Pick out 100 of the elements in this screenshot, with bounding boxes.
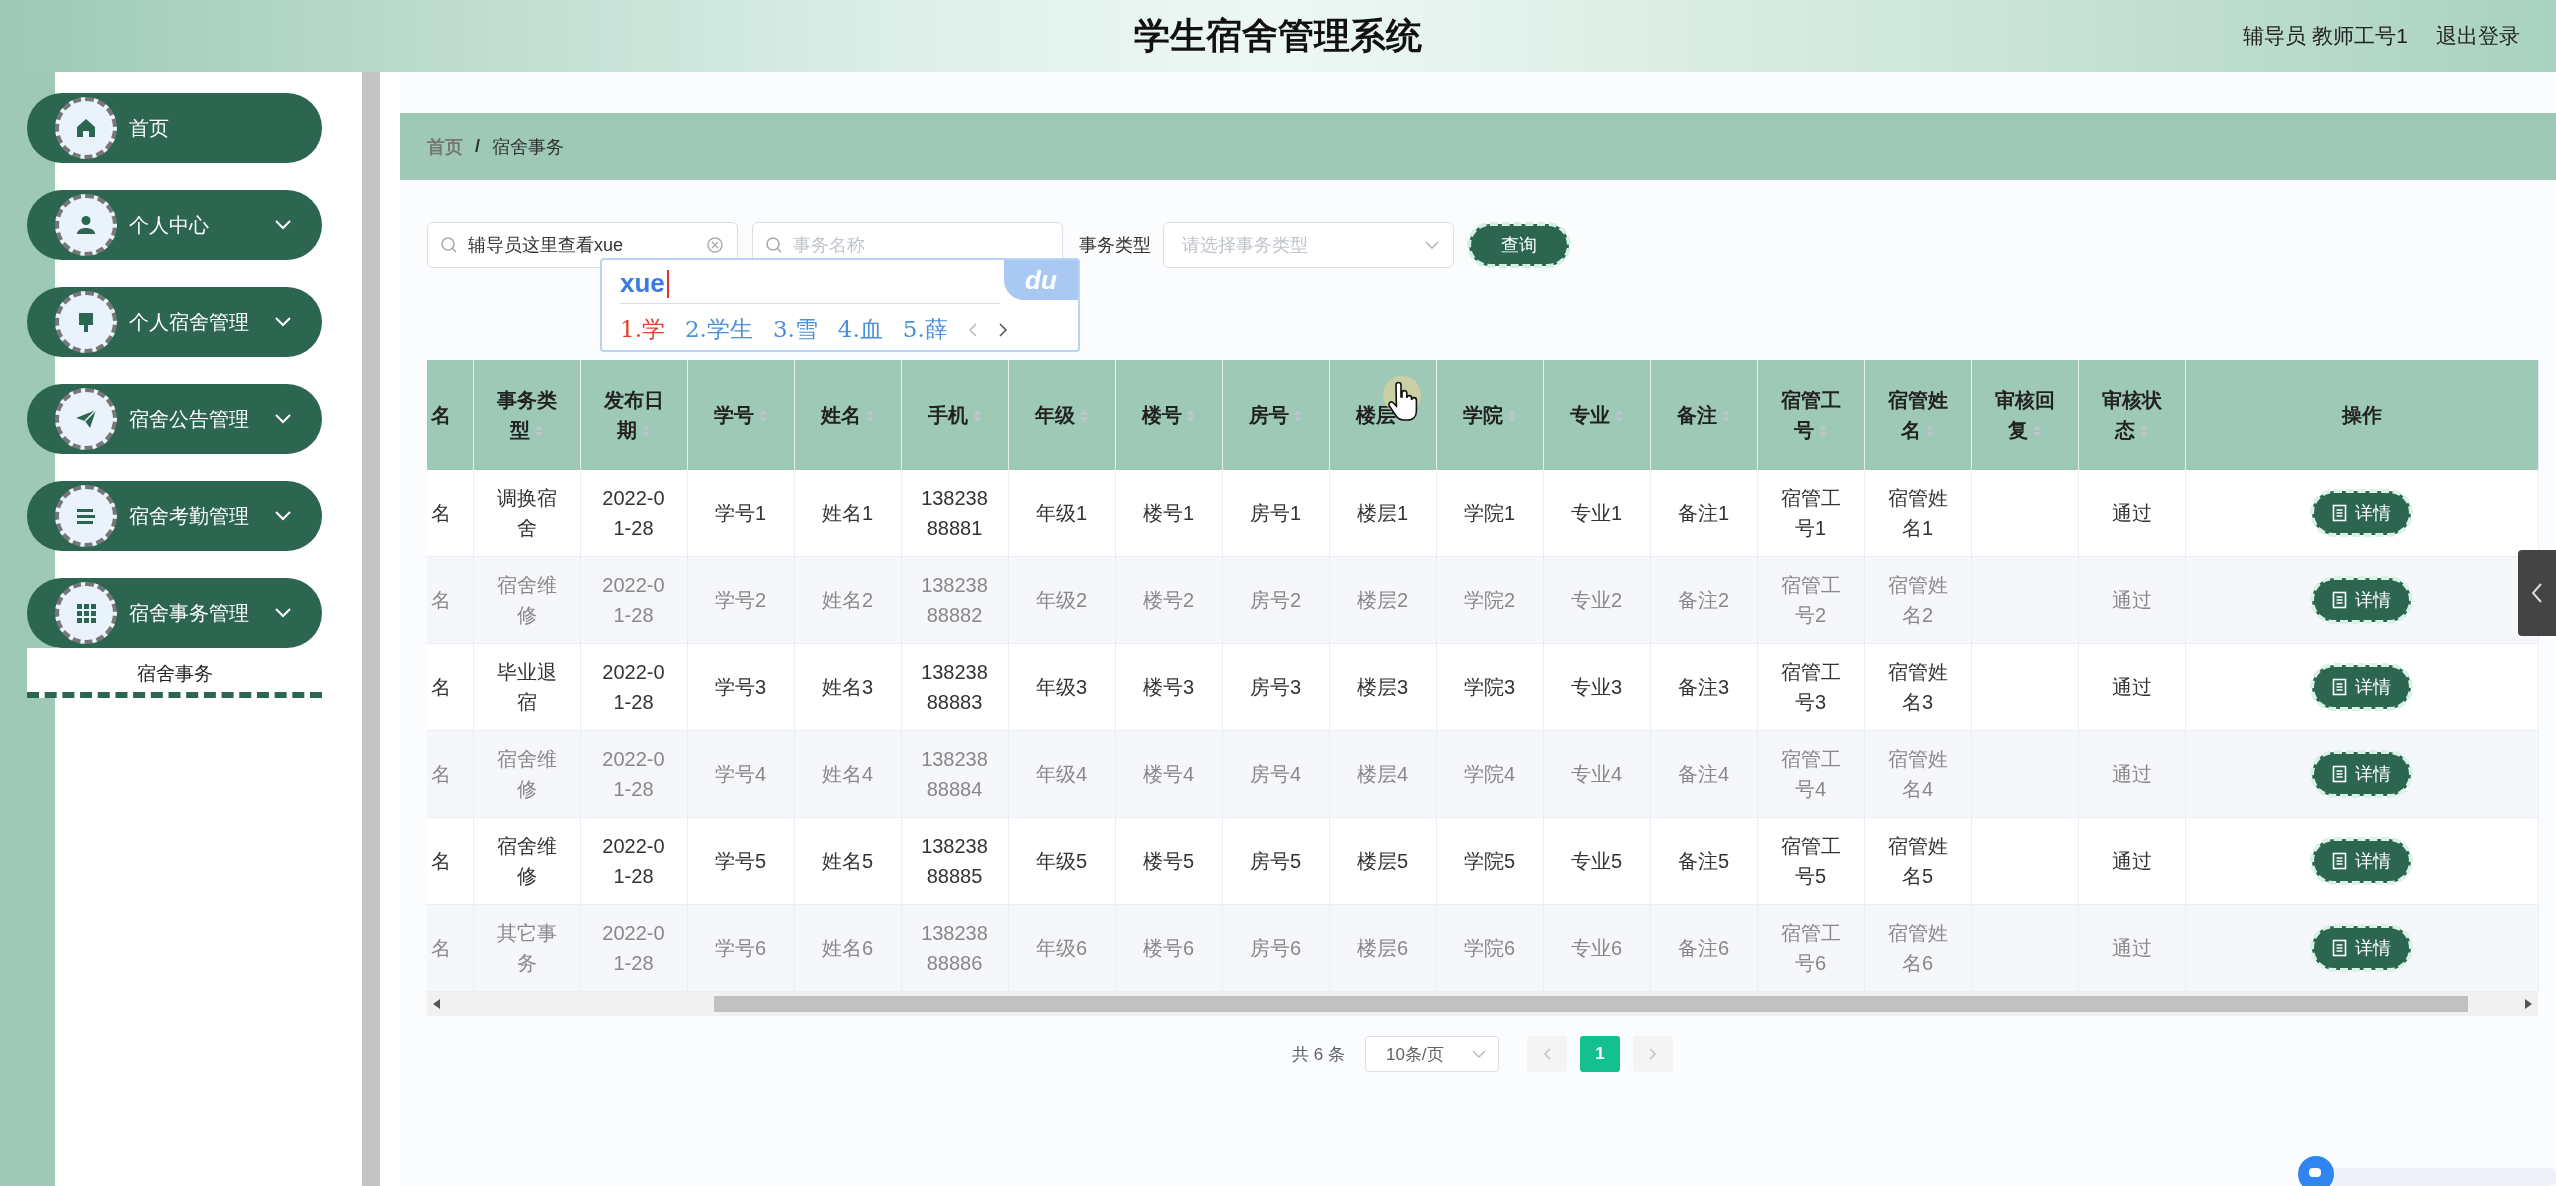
table-cell: 学院4 (1463, 763, 1516, 785)
sort-icon[interactable] (1924, 423, 1935, 439)
menu-item[interactable]: 宿舍公告管理 (27, 384, 322, 454)
table-cell: 楼层3 (1356, 676, 1409, 698)
chevron-down-icon (274, 316, 292, 328)
table-cell: 2022-01-28 (602, 835, 665, 887)
sort-icon[interactable] (1720, 408, 1731, 424)
column-header[interactable]: 楼号 (1115, 360, 1222, 470)
details-button[interactable]: 详情 (2312, 839, 2411, 883)
search-button[interactable]: 查询 (1469, 224, 1569, 266)
sort-icon[interactable] (1292, 408, 1303, 424)
table-cell: 宿管工号6 (1780, 922, 1841, 974)
ime-candidate[interactable]: 1.学 (620, 314, 665, 345)
chevron-right-icon[interactable] (997, 321, 1008, 338)
menu-item[interactable]: 首页 (27, 93, 322, 163)
menu-item[interactable]: 个人宿舍管理 (27, 287, 322, 357)
column-header[interactable]: 宿管姓名 (1864, 360, 1971, 470)
table-cell: 调换宿舍 (496, 487, 557, 539)
column-header[interactable]: 宿管工号 (1757, 360, 1864, 470)
table-cell: 姓名5 (821, 850, 874, 872)
sort-icon[interactable] (2031, 423, 2042, 439)
table-cell: 宿管姓名4 (1887, 748, 1948, 800)
sort-icon[interactable] (757, 408, 768, 424)
column-header[interactable]: 备注 (1650, 360, 1757, 470)
user-icon (74, 213, 98, 237)
table-cell: 房号5 (1249, 850, 1302, 872)
column-header[interactable]: 学院 (1436, 360, 1543, 470)
table-cell: 专业1 (1570, 502, 1623, 524)
breadcrumb-item: 宿舍事务 (492, 135, 564, 159)
sort-icon[interactable] (1817, 423, 1828, 439)
table-cell: 宿管工号1 (1780, 487, 1841, 539)
ime-candidate[interactable]: 3.雪 (772, 314, 818, 345)
table-cell: 2022-01-28 (602, 922, 665, 974)
sort-icon[interactable] (1613, 408, 1624, 424)
previous-page-button[interactable] (1526, 1036, 1567, 1072)
menu-item[interactable]: 宿舍事务管理 (27, 578, 322, 648)
table-cell: 学号2 (714, 589, 767, 611)
table-cell: 通过 (2111, 502, 2152, 524)
sort-icon[interactable] (640, 423, 651, 439)
submenu-item[interactable]: 宿舍事务 (27, 648, 322, 698)
page-size-select[interactable]: 10条/页 (1364, 1036, 1499, 1072)
logout-link[interactable]: 退出登录 (2436, 22, 2520, 50)
column-header[interactable]: 审核回复 (1971, 360, 2078, 470)
type-select[interactable]: 请选择事务类型 (1163, 222, 1454, 268)
column-header[interactable]: 发布日期 (580, 360, 687, 470)
table-cell: 其它事务 (496, 922, 557, 974)
column-header[interactable]: 房号 (1222, 360, 1329, 470)
horizontal-scrollbar[interactable] (427, 992, 2538, 1016)
chevron-left-icon[interactable] (2531, 582, 2543, 604)
sort-icon[interactable] (1185, 408, 1196, 424)
scroll-right-icon[interactable] (2524, 999, 2532, 1009)
chevron-down-icon (274, 510, 292, 522)
sort-icon[interactable] (2138, 423, 2149, 439)
menu-item[interactable]: 个人中心 (27, 190, 322, 260)
table-cell: 13823888881 (921, 487, 988, 539)
document-icon (2332, 765, 2347, 783)
sort-icon[interactable] (1078, 408, 1089, 424)
table-cell: 房号3 (1249, 676, 1302, 698)
column-header[interactable]: 审核状态 (2078, 360, 2185, 470)
table-cell: 2022-01-28 (602, 574, 665, 626)
column-header: 名 (427, 360, 473, 470)
document-icon (2332, 852, 2347, 870)
column-header[interactable]: 手机 (901, 360, 1008, 470)
clear-icon[interactable] (706, 236, 724, 254)
table-cell: 学号6 (714, 937, 767, 959)
table-cell: 学院5 (1463, 850, 1516, 872)
table-cell: 13823888883 (921, 661, 988, 713)
sort-icon[interactable] (533, 423, 544, 439)
details-button[interactable]: 详情 (2312, 491, 2411, 535)
table-cell: 年级3 (1035, 676, 1088, 698)
details-button[interactable]: 详情 (2312, 752, 2411, 796)
table-cell: 姓名2 (821, 589, 874, 611)
sort-icon[interactable] (1506, 408, 1517, 424)
table-cell: 学号5 (714, 850, 767, 872)
document-icon (2332, 504, 2347, 522)
column-header[interactable]: 专业 (1543, 360, 1650, 470)
table-cell: 2022-01-28 (602, 661, 665, 713)
search-icon (765, 236, 783, 254)
table-cell: 姓名3 (821, 676, 874, 698)
column-header[interactable]: 事务类型 (473, 360, 580, 470)
table-cell: 宿管姓名3 (1887, 661, 1948, 713)
details-button[interactable]: 详情 (2312, 578, 2411, 622)
column-header[interactable]: 年级 (1008, 360, 1115, 470)
details-button[interactable]: 详情 (2312, 926, 2411, 970)
table-cell: 楼层6 (1356, 937, 1409, 959)
table-cell: 楼层1 (1356, 502, 1409, 524)
table-cell: 宿管姓名5 (1887, 835, 1948, 887)
scroll-left-icon[interactable] (433, 999, 441, 1009)
sort-icon[interactable] (971, 408, 982, 424)
column-header[interactable]: 学号 (687, 360, 794, 470)
next-page-button[interactable] (1632, 1036, 1673, 1072)
details-button[interactable]: 详情 (2312, 665, 2411, 709)
table-cell: 13823888885 (921, 835, 988, 887)
table-cell: 学号3 (714, 676, 767, 698)
menu-item[interactable]: 宿舍考勤管理 (27, 481, 322, 551)
user-label: 辅导员 教师工号1 (2243, 23, 2408, 49)
column-header[interactable]: 姓名 (794, 360, 901, 470)
document-icon (2332, 591, 2347, 609)
chevron-right-icon (1648, 1048, 1657, 1060)
sort-icon[interactable] (864, 408, 875, 424)
